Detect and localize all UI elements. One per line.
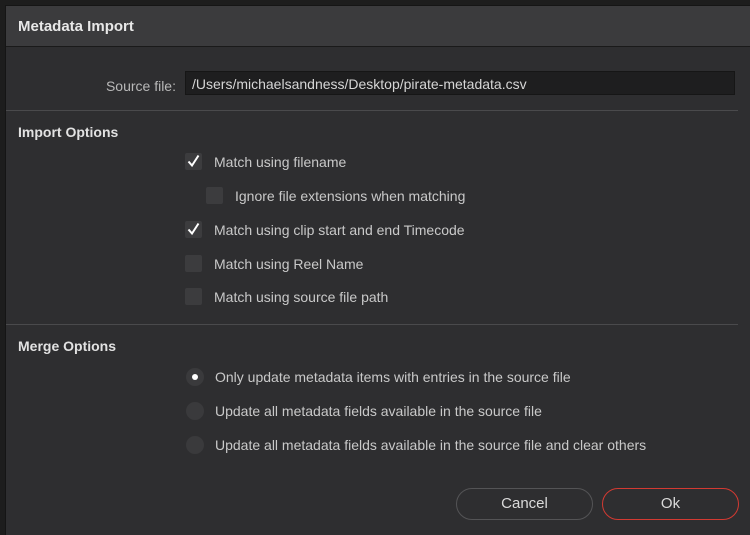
merge-only-update-radio[interactable] — [186, 368, 204, 386]
checkmark-icon — [187, 154, 200, 168]
merge-update-clear-radio[interactable] — [186, 436, 204, 454]
checkmark-icon — [187, 222, 200, 236]
merge-update-all-radio[interactable] — [186, 402, 204, 420]
source-file-label: Source file: — [105, 78, 176, 94]
match-filename-checkbox[interactable] — [185, 153, 202, 170]
ignore-extensions-checkbox[interactable] — [206, 187, 223, 204]
match-reel-name-checkbox[interactable] — [185, 255, 202, 272]
match-reel-name-label: Match using Reel Name — [214, 256, 364, 272]
merge-update-all-label: Update all metadata fields available in … — [215, 403, 542, 419]
cancel-button[interactable]: Cancel — [456, 488, 593, 520]
dialog-titlebar: Metadata Import — [6, 6, 750, 47]
match-source-path-label: Match using source file path — [214, 289, 389, 305]
divider — [6, 324, 738, 325]
ok-button[interactable]: Ok — [602, 488, 739, 520]
divider — [6, 110, 738, 111]
match-source-path-checkbox[interactable] — [185, 288, 202, 305]
merge-options-title: Merge Options — [18, 338, 117, 354]
radio-dot-icon — [192, 374, 198, 380]
merge-only-update-label: Only update metadata items with entries … — [215, 369, 571, 385]
match-timecode-checkbox[interactable] — [185, 221, 202, 238]
merge-update-clear-label: Update all metadata fields available in … — [215, 437, 647, 453]
ignore-extensions-label: Ignore file extensions when matching — [235, 188, 466, 204]
match-timecode-label: Match using clip start and end Timecode — [214, 222, 465, 238]
import-options-title: Import Options — [18, 124, 119, 140]
source-file-field[interactable]: /Users/michaelsandness/Desktop/pirate-me… — [185, 71, 735, 95]
match-filename-label: Match using filename — [214, 154, 347, 170]
metadata-import-dialog: Metadata Import Source file: /Users/mich… — [6, 6, 750, 535]
dialog-title: Metadata Import — [18, 18, 134, 35]
